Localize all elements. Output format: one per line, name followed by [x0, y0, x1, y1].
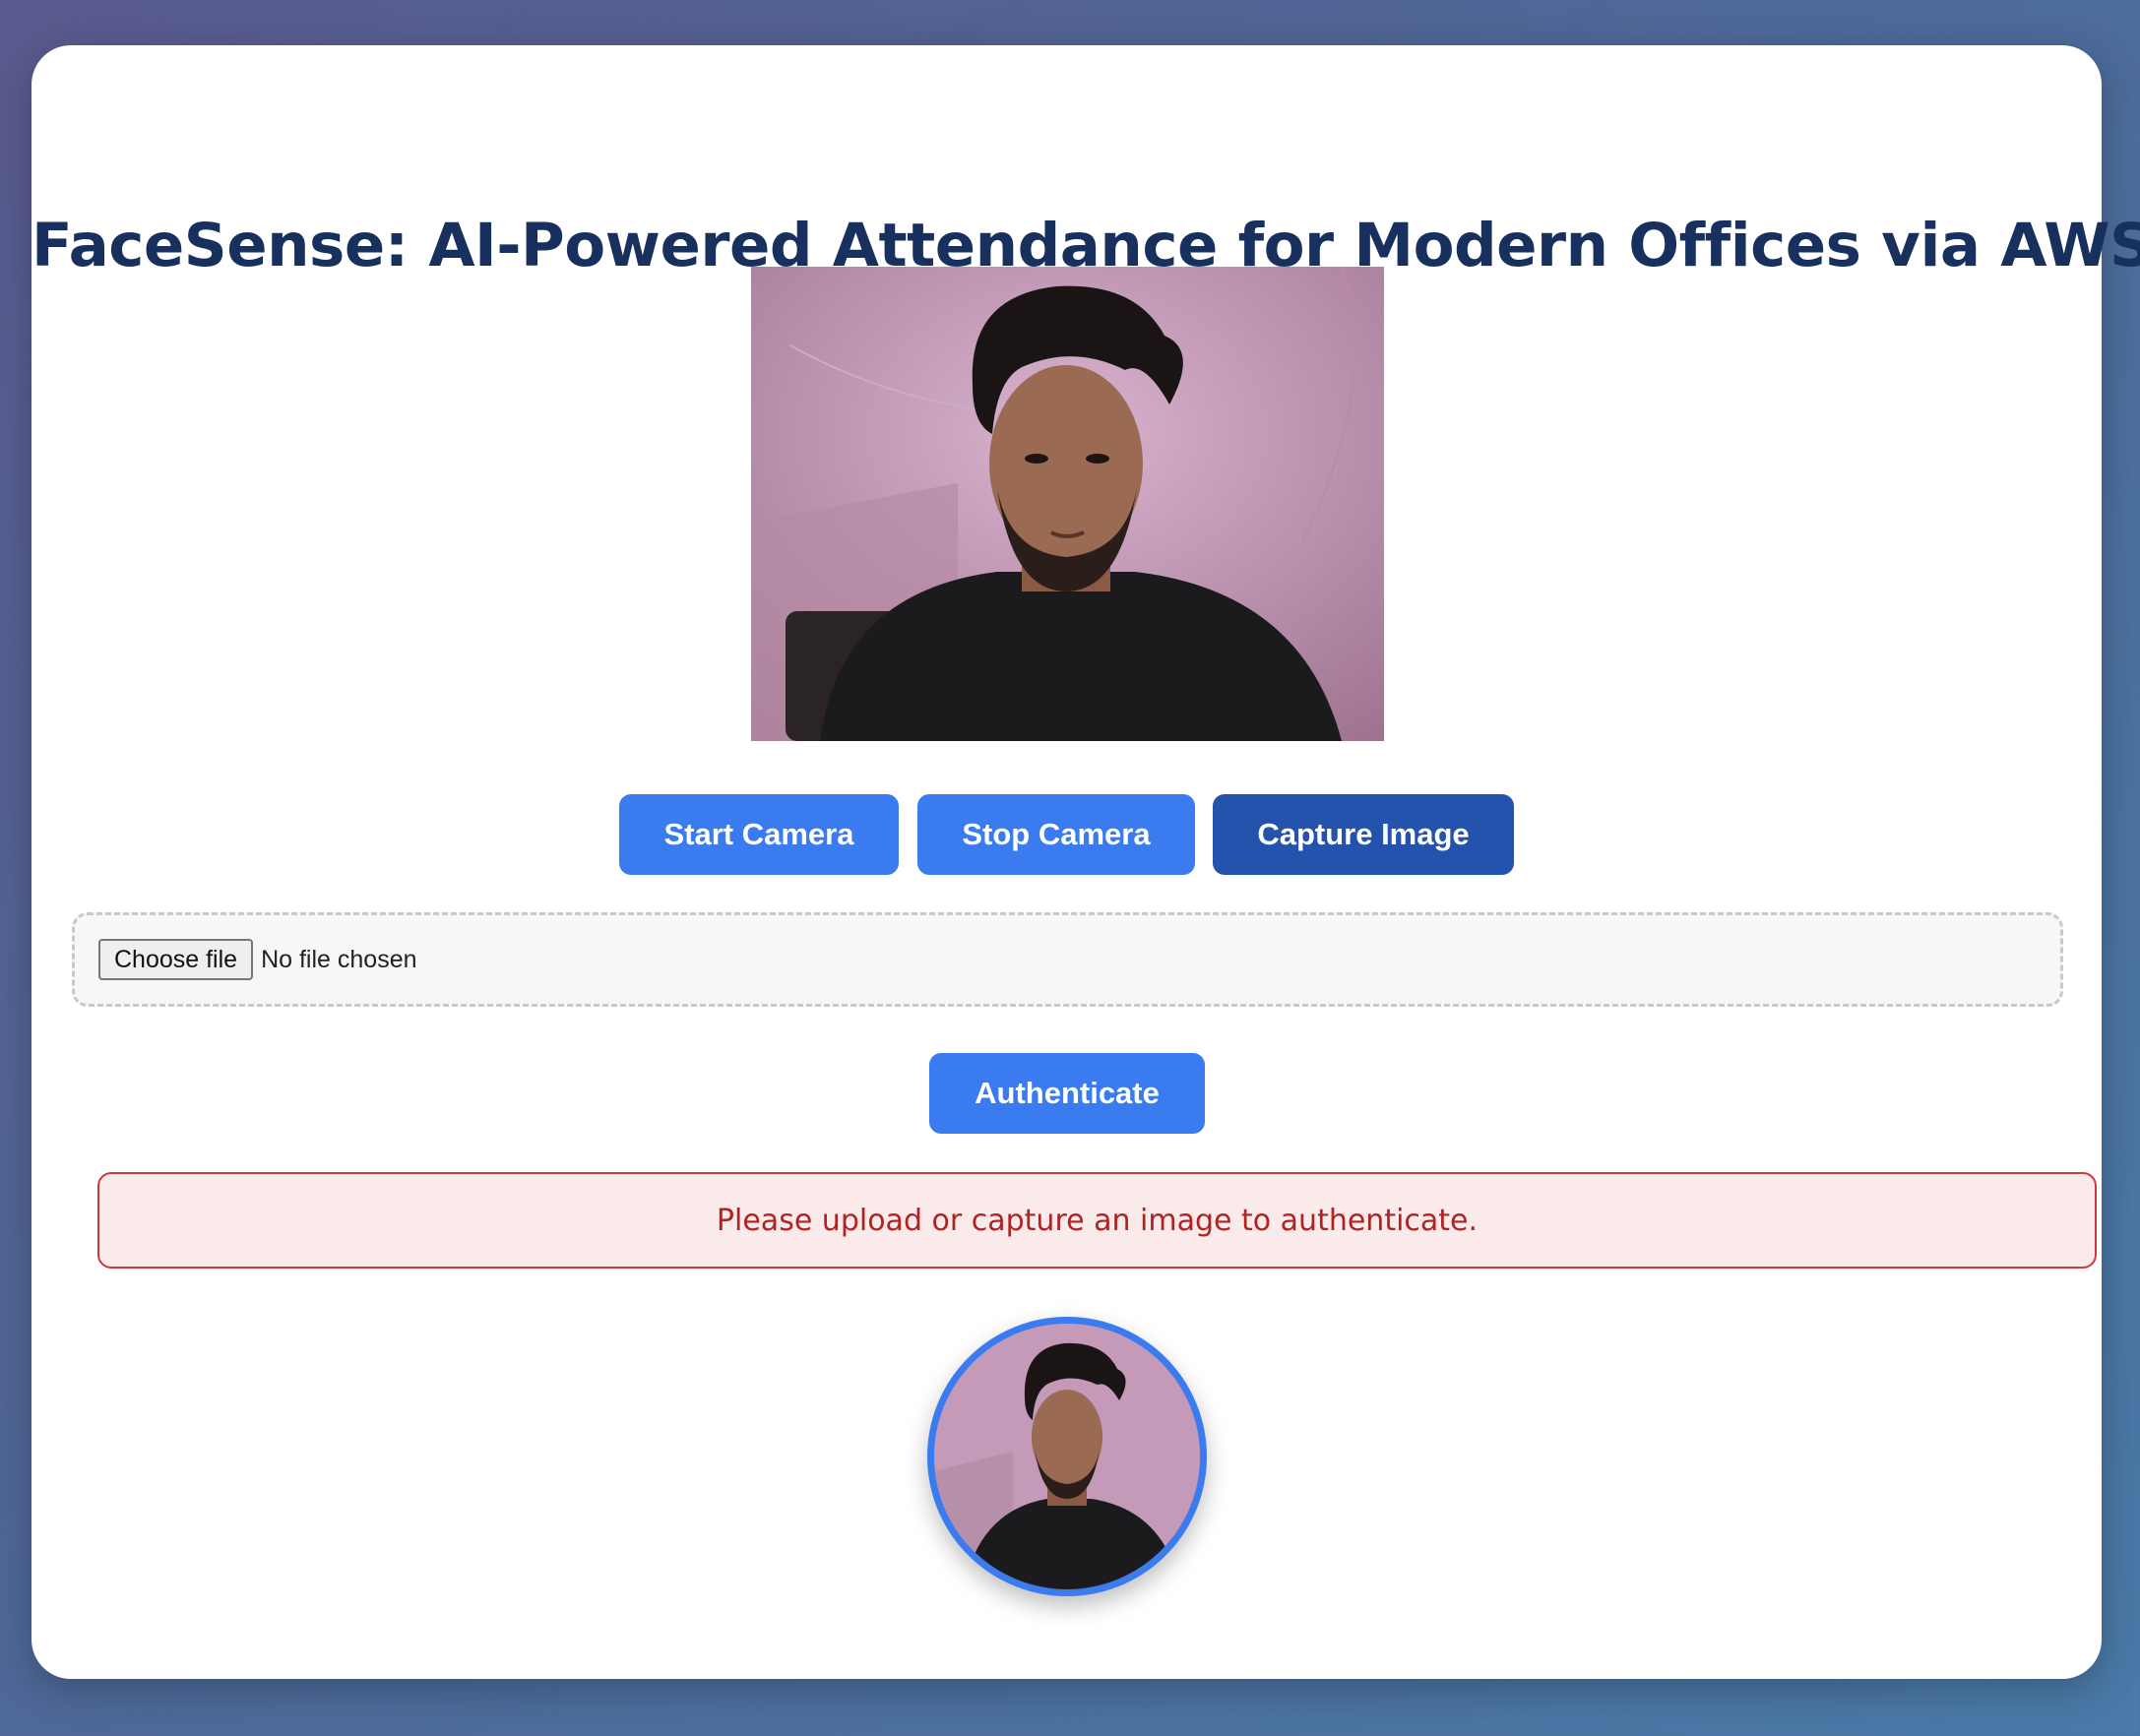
authenticate-button[interactable]: Authenticate	[929, 1053, 1205, 1134]
choose-file-button[interactable]: Choose file	[98, 939, 254, 980]
file-status-text: No file chosen	[261, 945, 417, 973]
captured-avatar	[927, 1317, 1207, 1596]
error-alert: Please upload or capture an image to aut…	[97, 1172, 2097, 1269]
person-photo-icon	[751, 267, 1384, 741]
camera-preview	[751, 267, 1384, 741]
camera-controls: Start Camera Stop Camera Capture Image	[31, 794, 2102, 875]
person-avatar-icon	[934, 1324, 1200, 1589]
file-upload-area[interactable]: Choose file No file chosen	[72, 912, 2063, 1007]
start-camera-button[interactable]: Start Camera	[619, 794, 899, 875]
stop-camera-button[interactable]: Stop Camera	[917, 794, 1195, 875]
main-card: FaceSense: AI-Powered Attendance for Mod…	[31, 45, 2140, 1679]
capture-image-button[interactable]: Capture Image	[1213, 794, 1514, 875]
